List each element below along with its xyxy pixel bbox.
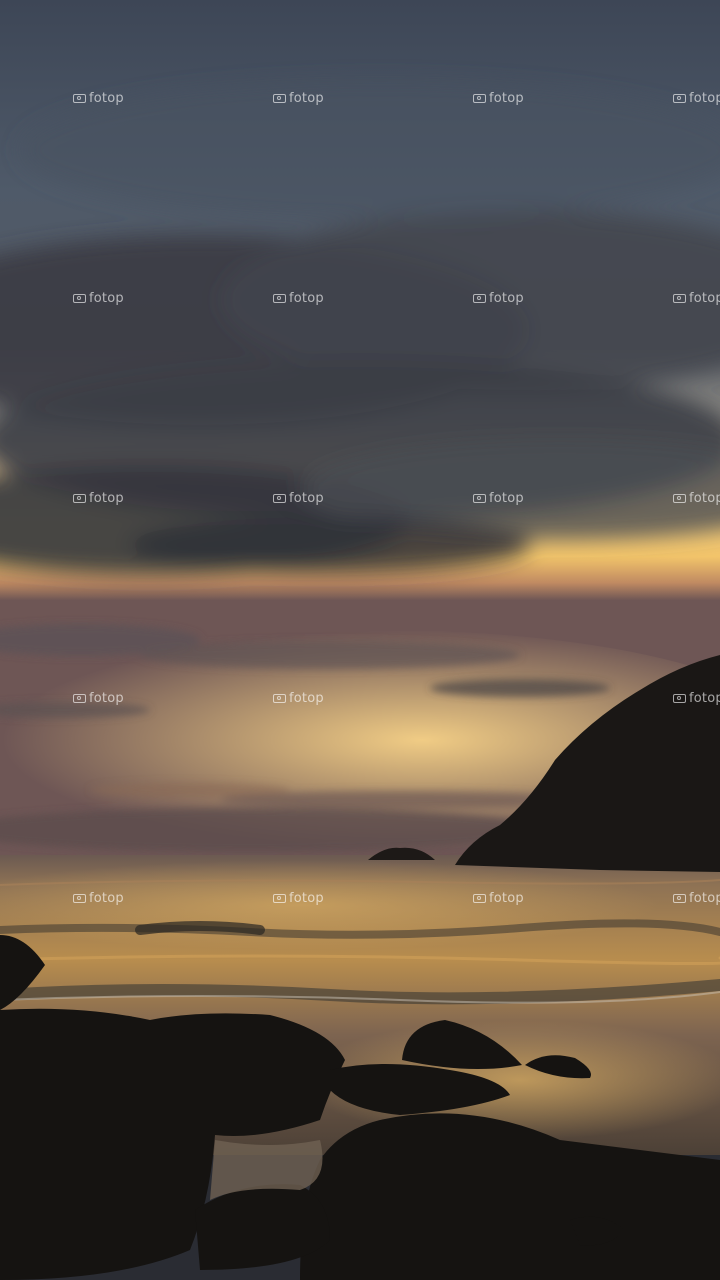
sunset-beach-photo: fotop fotop fotop fotop fotop fotop foto… (0, 0, 720, 1280)
photo-illustration (0, 0, 720, 1280)
storm-clouds (0, 80, 720, 575)
